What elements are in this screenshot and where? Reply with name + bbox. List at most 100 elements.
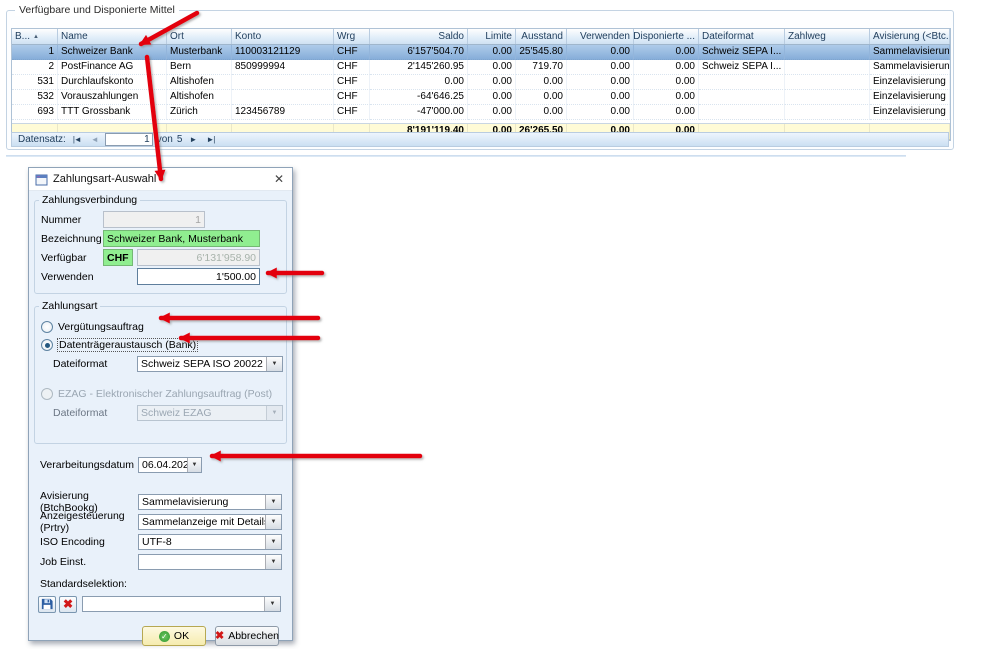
column-header-limite[interactable]: Limite: [468, 29, 516, 44]
job-einst-select[interactable]: ▼: [138, 554, 282, 570]
chevron-down-icon[interactable]: ▼: [265, 535, 281, 549]
zahlungsart-legend: Zahlungsart: [39, 300, 100, 312]
close-icon[interactable]: ✕: [272, 172, 286, 186]
radio-unselected-icon[interactable]: [41, 321, 53, 333]
table-row[interactable]: 2 PostFinance AG Bern 850999994 CHF 2'14…: [12, 60, 950, 75]
dateiformat-label: Dateiformat: [53, 358, 137, 370]
verwenden-label: Verwenden: [41, 271, 103, 283]
verfuegbar-row: Verfügbar CHF 6'131'958.90: [41, 249, 280, 266]
save-icon: [41, 598, 53, 610]
column-header-avisierung[interactable]: Avisierung (<Btc...: [870, 29, 950, 44]
chevron-down-icon[interactable]: ▼: [265, 515, 281, 529]
column-header-b[interactable]: B...▲: [12, 29, 58, 44]
ok-button[interactable]: ✓ OK: [142, 626, 206, 646]
datentraegeraustausch-option[interactable]: Datenträgeraustausch (Bank): [41, 337, 280, 353]
column-header-verwenden[interactable]: Verwenden: [567, 29, 634, 44]
nav-prev-button[interactable]: ◄: [88, 135, 101, 144]
column-header-ausstand[interactable]: Ausstand: [516, 29, 567, 44]
funds-groupbox-title: Verfügbare und Disponierte Mittel: [15, 4, 179, 16]
dateiformat-row: Dateiformat Schweiz SEPA ISO 20022 XML ▼: [53, 355, 280, 373]
nummer-label: Nummer: [41, 214, 103, 226]
dateiformat-ezag-row: Dateiformat Schweiz EZAG ▼: [53, 404, 280, 422]
chevron-down-icon[interactable]: ▼: [187, 458, 201, 472]
nummer-field: 1: [103, 211, 205, 228]
verguetungsauftrag-option[interactable]: Vergütungsauftrag: [41, 319, 280, 335]
verwenden-row: Verwenden 1'500.00: [41, 268, 280, 285]
dateiformat-select[interactable]: Schweiz SEPA ISO 20022 XML ▼: [137, 356, 283, 372]
chevron-down-icon: ▼: [266, 406, 282, 420]
ezag-option: EZAG - Elektronischer Zahlungsauftrag (P…: [41, 386, 280, 402]
avisierung-row: Avisierung (BtchBookg) Sammelavisierung …: [40, 494, 281, 510]
column-header-saldo[interactable]: Saldo: [370, 29, 468, 44]
record-number-input[interactable]: 1: [105, 133, 153, 146]
column-header-konto[interactable]: Konto: [232, 29, 334, 44]
column-header-name[interactable]: Name: [58, 29, 167, 44]
table-row[interactable]: 531 Durchlaufskonto Altishofen CHF 0.00 …: [12, 75, 950, 90]
datentraegeraustausch-label: Datenträgeraustausch (Bank): [57, 338, 198, 352]
standardselektion-row: ✖ ▼: [38, 595, 281, 613]
iso-encoding-label: ISO Encoding: [40, 536, 138, 548]
zahlungsverbindung-group: Zahlungsverbindung Nummer 1 Bezeichnung …: [34, 200, 287, 294]
anzeigesteuerung-row: Anzeigesteuerung (Prtry) Sammelanzeige m…: [40, 514, 281, 530]
verguetungsauftrag-label: Vergütungsauftrag: [58, 321, 144, 333]
column-header-wrg[interactable]: Wrg: [334, 29, 370, 44]
cancel-x-icon: ✖: [215, 631, 224, 642]
anzeigesteuerung-select[interactable]: Sammelanzeige mit Details ▼: [138, 514, 282, 530]
delete-icon: ✖: [63, 598, 73, 610]
standardselektion-label: Standardselektion:: [40, 578, 281, 590]
table-row[interactable]: 693 TTT Grossbank Zürich 123456789 CHF -…: [12, 105, 950, 120]
ezag-label: EZAG - Elektronischer Zahlungsauftrag (P…: [58, 388, 272, 400]
record-total: 5: [177, 134, 183, 145]
verfuegbar-field: 6'131'958.90: [137, 249, 260, 266]
bezeichnung-label: Bezeichnung: [41, 233, 103, 245]
dialog-title: Zahlungsart-Auswahl: [53, 173, 156, 185]
nav-last-button[interactable]: ►|: [203, 135, 217, 144]
cancel-button[interactable]: ✖ Abbrechen: [215, 626, 279, 646]
nav-first-button[interactable]: |◄: [70, 135, 84, 144]
ok-check-icon: ✓: [159, 631, 170, 642]
verwenden-input[interactable]: 1'500.00: [137, 268, 260, 285]
record-of-label: von: [157, 134, 173, 145]
verarbeitungsdatum-picker[interactable]: 06.04.2021 ▼: [138, 457, 202, 473]
verarbeitungsdatum-label: Verarbeitungsdatum: [40, 459, 138, 471]
chevron-down-icon[interactable]: ▼: [265, 555, 281, 569]
radio-disabled-icon: [41, 388, 53, 400]
table-row-selected[interactable]: 1 Schweizer Bank Musterbank 110003121129…: [12, 45, 950, 60]
dateiformat-ezag-select: Schweiz EZAG ▼: [137, 405, 283, 421]
zahlungsverbindung-legend: Zahlungsverbindung: [39, 194, 140, 206]
iso-encoding-select[interactable]: UTF-8 ▼: [138, 534, 282, 550]
column-header-ort[interactable]: Ort: [167, 29, 232, 44]
dialog-buttons: ✓ OK ✖ Abbrechen: [29, 626, 279, 646]
funds-groupbox: Verfügbare und Disponierte Mittel B...▲ …: [6, 10, 954, 150]
bezeichnung-row: Bezeichnung Schweizer Bank, Musterbank: [41, 230, 280, 247]
nav-next-button[interactable]: ►: [186, 135, 199, 144]
radio-selected-icon[interactable]: [41, 339, 53, 351]
form-icon: [35, 173, 48, 186]
column-header-dateiformat[interactable]: Dateiformat: [699, 29, 785, 44]
chevron-down-icon[interactable]: ▼: [265, 495, 281, 509]
dateiformat-ezag-label: Dateiformat: [53, 407, 137, 419]
save-button[interactable]: [38, 596, 56, 613]
iso-encoding-row: ISO Encoding UTF-8 ▼: [40, 534, 281, 550]
delete-selection-button[interactable]: ✖: [59, 596, 77, 613]
verarbeitungsdatum-row: Verarbeitungsdatum 06.04.2021 ▼: [40, 457, 281, 473]
panel-divider: [6, 155, 906, 157]
chevron-down-icon[interactable]: ▼: [266, 357, 282, 371]
avisierung-select[interactable]: Sammelavisierung ▼: [138, 494, 282, 510]
funds-table-header: B...▲ Name Ort Konto Wrg Saldo Limite Au…: [12, 29, 950, 45]
verfuegbar-label: Verfügbar: [41, 252, 103, 264]
job-einst-row: Job Einst. ▼: [40, 554, 281, 570]
zahlungsart-group: Zahlungsart Vergütungsauftrag Datenträge…: [34, 306, 287, 444]
standardselektion-select[interactable]: ▼: [82, 596, 281, 612]
job-einst-label: Job Einst.: [40, 556, 138, 568]
currency-field: CHF: [103, 249, 133, 266]
zahlungsart-dialog: Zahlungsart-Auswahl ✕ Zahlungsverbindung…: [28, 167, 293, 641]
table-row[interactable]: 532 Vorauszahlungen Altishofen CHF -64'6…: [12, 90, 950, 105]
column-header-zahlweg[interactable]: Zahlweg: [785, 29, 870, 44]
funds-table: B...▲ Name Ort Konto Wrg Saldo Limite Au…: [11, 28, 951, 141]
record-navigator-label: Datensatz:: [18, 134, 66, 145]
nummer-row: Nummer 1: [41, 211, 280, 228]
bezeichnung-field: Schweizer Bank, Musterbank: [103, 230, 260, 247]
chevron-down-icon[interactable]: ▼: [264, 597, 280, 611]
column-header-disponierte[interactable]: Disponierte ...: [634, 29, 699, 44]
